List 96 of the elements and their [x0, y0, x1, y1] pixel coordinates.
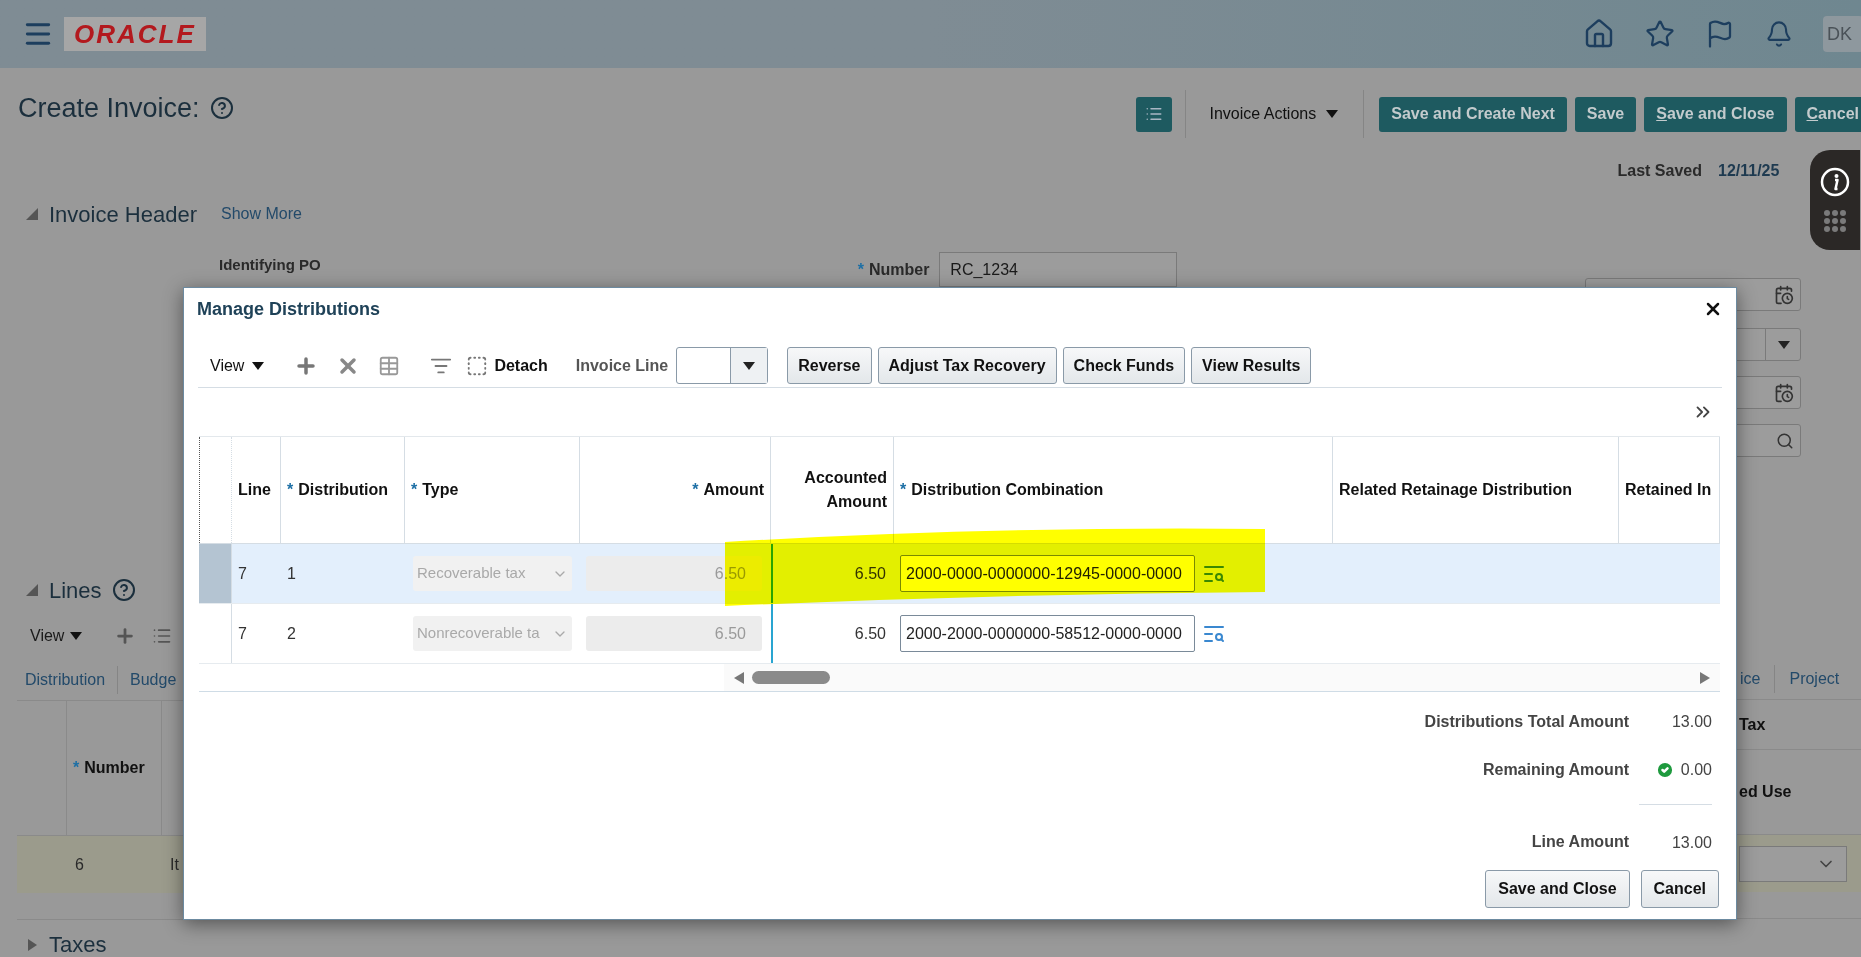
table-row[interactable]: 6 It	[17, 835, 183, 893]
section-title: Invoice Header	[49, 200, 197, 229]
total-label: Remaining Amount	[1482, 760, 1629, 780]
view-menu[interactable]: View	[30, 624, 83, 648]
scroll-right-icon[interactable]	[1700, 671, 1710, 684]
scroll-left-icon[interactable]	[734, 671, 744, 684]
number-field[interactable]: RC_1234	[939, 252, 1178, 287]
column-header: * Number	[73, 758, 145, 778]
help-icon[interactable]	[111, 578, 136, 602]
calendar-icon	[1774, 382, 1794, 403]
required-mark: *	[73, 759, 80, 776]
toolbar-button[interactable]: Reverse	[787, 347, 872, 384]
amount-field[interactable]: 6.50	[586, 616, 762, 651]
dialog-button[interactable]: Save and Close	[1485, 870, 1630, 908]
column-header: * Distribution Combination	[900, 480, 1104, 500]
detach-icon[interactable]	[466, 354, 489, 377]
column-header: Tax	[1739, 714, 1766, 735]
section-title: Lines	[49, 576, 102, 605]
total-label: Distributions Total Amount	[1424, 712, 1629, 732]
column-header: * Type	[411, 480, 459, 500]
total-value: 0.00	[1680, 760, 1712, 780]
logo[interactable]: ORACLE	[64, 17, 206, 51]
table-cell-text: 6.50	[854, 623, 886, 644]
help-icon[interactable]	[209, 96, 234, 120]
last-saved-label: Last Saved	[1617, 161, 1702, 181]
favorites-star-icon[interactable]	[1645, 19, 1675, 49]
required-mark: *	[411, 481, 418, 498]
table-cell-text: It	[170, 854, 179, 875]
info-icon	[1820, 167, 1850, 197]
table-cell-text: 7	[238, 623, 247, 644]
home-icon[interactable]	[1583, 18, 1615, 50]
column-header: Line	[238, 480, 271, 500]
field-label: Invoice Line	[575, 355, 669, 376]
page-title: Create Invoice:	[18, 91, 200, 125]
caret-icon	[252, 361, 265, 370]
required-mark: *	[900, 481, 907, 498]
table-cell-text: 7	[238, 563, 247, 584]
table-cell-text: 6	[75, 854, 85, 875]
show-more-link[interactable]: Show More	[221, 202, 302, 226]
expand-triangle-icon[interactable]	[25, 937, 39, 952]
user-avatar[interactable]: DK	[1823, 16, 1861, 52]
toolbar-button[interactable]: Cancel	[1794, 96, 1861, 132]
caret-icon	[1326, 110, 1339, 118]
table-row[interactable]: 7 2 Nonrecoverable ta 6.50 6.50 2000-2000-0000000-58512-0000-0000	[199, 604, 1720, 664]
table-icon[interactable]	[378, 354, 401, 377]
dialog-button[interactable]: Cancel	[1640, 870, 1719, 908]
grid-icon	[1823, 209, 1847, 233]
required-mark: *	[692, 481, 699, 498]
tab[interactable]: Budge	[130, 668, 177, 692]
required-mark: *	[857, 261, 864, 278]
toolbar-button[interactable]: Save	[1574, 96, 1637, 132]
column-header: Accounted Amount	[803, 468, 887, 512]
toolbar-button[interactable]: Save and Create Next	[1379, 96, 1567, 132]
invoice-line-select[interactable]	[676, 347, 769, 384]
search-icon	[1776, 431, 1794, 450]
toolbar-button[interactable]: Adjust Tax Recovery	[877, 347, 1057, 384]
total-value: 13.00	[1671, 832, 1712, 853]
collapse-triangle-icon[interactable]	[25, 207, 39, 221]
field-label: Identifying PO	[219, 255, 321, 275]
column-header: Retained In	[1625, 480, 1712, 500]
toolbar-button[interactable]: Save and Close	[1644, 96, 1787, 132]
column-header: Related Retainage Distribution	[1339, 480, 1572, 500]
caret-icon	[1778, 340, 1790, 349]
caret-icon	[70, 632, 83, 640]
calendar-icon	[1774, 284, 1794, 305]
toolbar-button[interactable]: View Results	[1191, 347, 1312, 384]
assistant-widget[interactable]	[1810, 150, 1860, 250]
invoice-actions-menu[interactable]: Invoice Actions	[1199, 102, 1349, 126]
detach-link[interactable]: Detach	[494, 353, 548, 378]
table-cell-text: 1	[287, 563, 296, 584]
last-saved-value: 12/11/25	[1718, 161, 1781, 181]
toolbar-button[interactable]: Check Funds	[1062, 347, 1186, 384]
required-mark: *	[287, 481, 294, 498]
total-label: Line Amount	[1531, 832, 1629, 852]
dropdown-field[interactable]	[1739, 845, 1847, 882]
dialog-title: Manage Distributions	[197, 297, 380, 321]
list-icon	[1145, 105, 1164, 123]
column-header: * Distribution	[287, 480, 388, 500]
table-cell-text: 2	[287, 623, 296, 644]
scrollbar-thumb[interactable]	[752, 671, 830, 684]
list-view-button[interactable]	[1136, 96, 1173, 132]
collapse-triangle-icon[interactable]	[25, 583, 39, 597]
column-header: ed Use	[1739, 782, 1792, 802]
column-header: * Amount	[692, 480, 764, 500]
list-icon[interactable]	[152, 626, 173, 646]
tab[interactable]: Distribution	[25, 668, 106, 692]
tab[interactable]: Project	[1789, 667, 1840, 691]
account-combination-field[interactable]: 2000-2000-0000000-58512-0000-0000	[900, 615, 1195, 652]
table-cell-text: 6.50	[854, 563, 886, 584]
total-value: 13.00	[1671, 712, 1712, 732]
tab[interactable]: ice	[1740, 667, 1761, 691]
notifications-icon[interactable]	[1765, 20, 1793, 48]
caret-icon	[743, 361, 756, 370]
section-title: Taxes	[49, 931, 107, 957]
view-menu[interactable]: View	[210, 353, 265, 378]
field-label: * Number	[857, 260, 930, 280]
